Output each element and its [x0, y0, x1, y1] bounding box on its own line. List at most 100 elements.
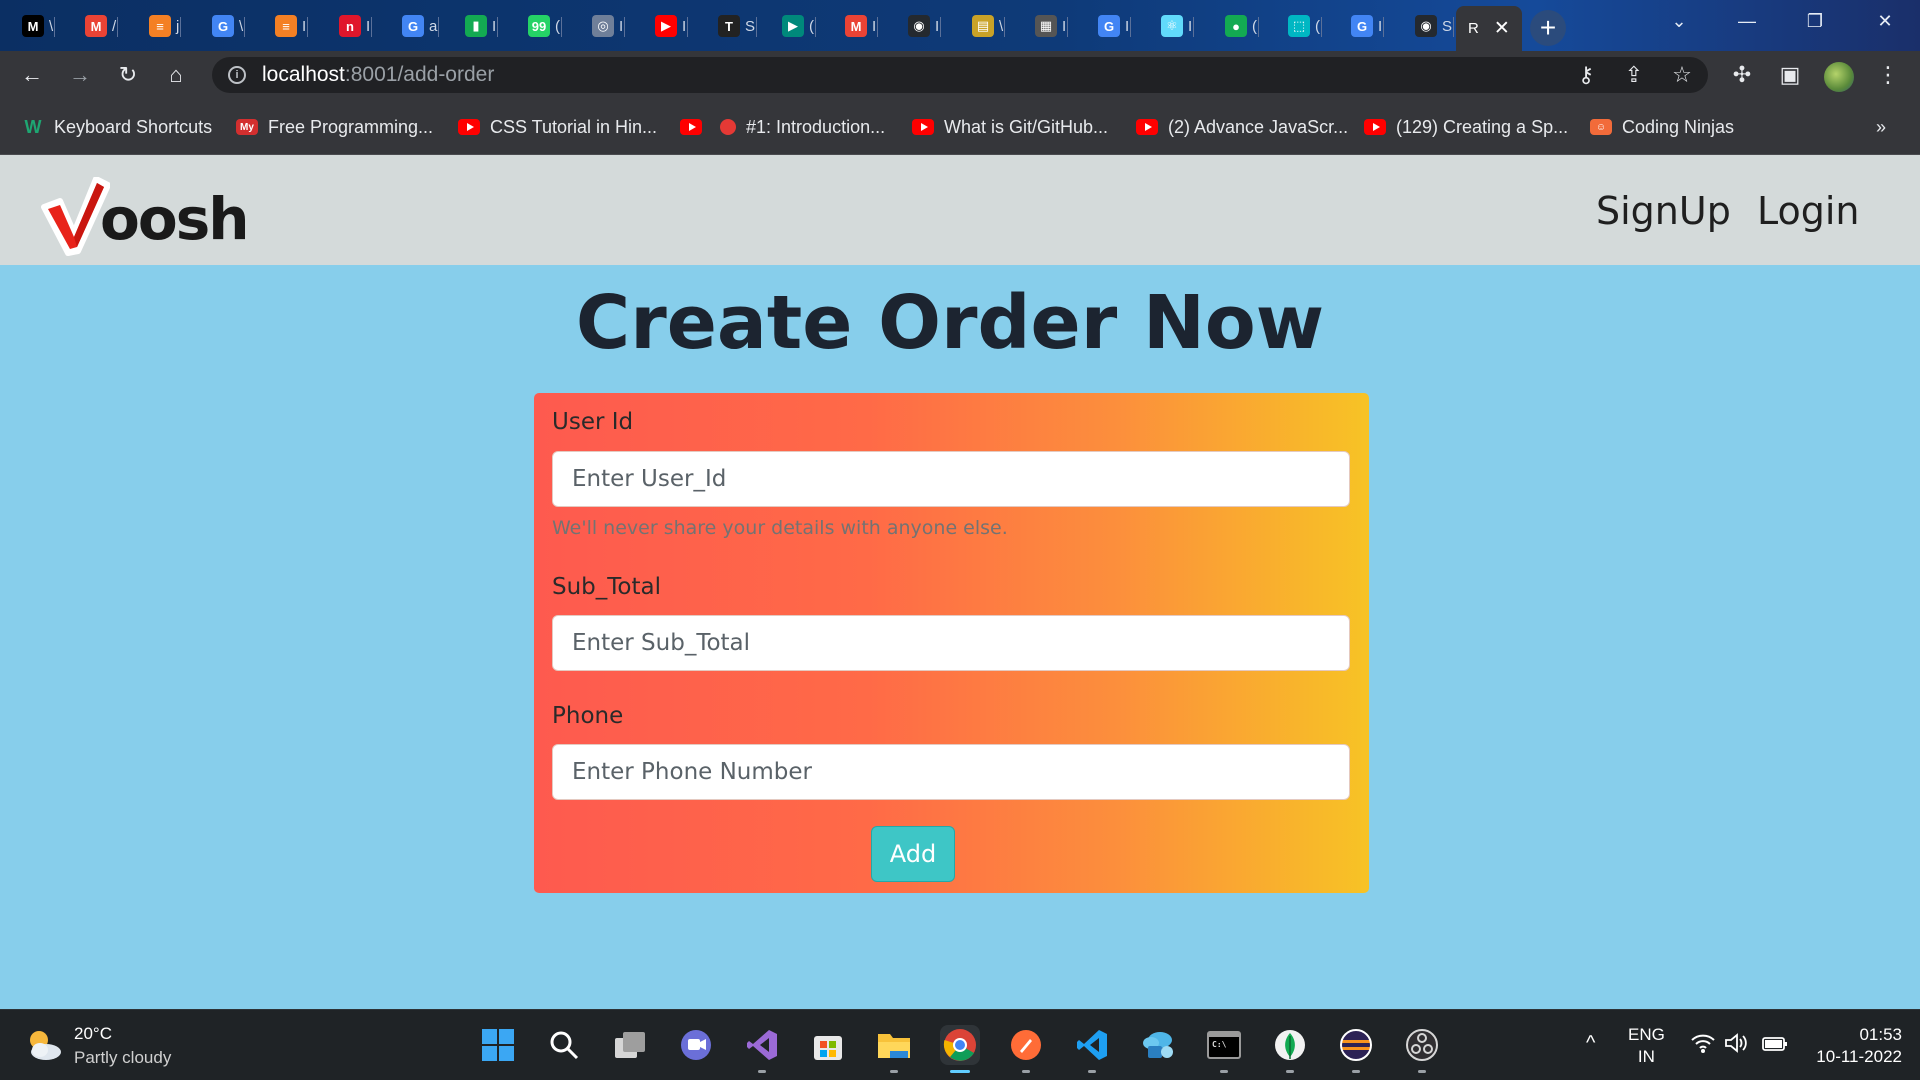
bookmark-item[interactable]: What is Git/GitHub...	[912, 113, 1108, 141]
browser-tab[interactable]: ▶ I	[645, 8, 689, 44]
tab-separator	[756, 17, 758, 37]
tab-title: I	[1062, 17, 1067, 35]
close-window-button[interactable]: ✕	[1858, 0, 1912, 42]
bookmark-star-icon[interactable]: ☆	[1666, 59, 1698, 91]
search-icon[interactable]	[544, 1025, 584, 1065]
add-order-button[interactable]: Add	[871, 826, 955, 882]
profile-avatar[interactable]	[1824, 62, 1854, 92]
nav-signup-link[interactable]: SignUp	[1596, 189, 1731, 233]
bookmark-item[interactable]: W Keyboard Shortcuts	[22, 113, 213, 141]
mongodb-leaf-icon[interactable]	[1270, 1025, 1310, 1073]
site-logo[interactable]: oosh	[40, 167, 250, 257]
browser-tab[interactable]: GI	[1341, 8, 1385, 44]
sub-total-input[interactable]	[552, 615, 1350, 671]
browser-tab[interactable]: ≡ I	[265, 8, 309, 44]
bookmark-label: Keyboard Shortcuts	[54, 116, 213, 137]
browser-tab[interactable]: ●(	[1215, 8, 1259, 44]
phone-input[interactable]	[552, 744, 1350, 800]
share-icon[interactable]: ⇪	[1618, 59, 1650, 91]
bookmark-item[interactable]: CSS Tutorial in Hin...	[458, 113, 657, 141]
browser-tab[interactable]: TS	[708, 8, 758, 44]
browser-tab[interactable]: ⬚(	[1278, 8, 1322, 44]
browser-tab[interactable]: ◎ I	[582, 8, 626, 44]
tray-overflow-icon[interactable]: ^	[1586, 1032, 1595, 1054]
folder-icon[interactable]	[874, 1025, 914, 1073]
clock[interactable]: 01:53 10-11-2022	[1812, 1024, 1902, 1068]
password-key-icon[interactable]: ⚷	[1570, 59, 1602, 91]
browser-tab[interactable]: nI	[329, 8, 373, 44]
back-icon[interactable]: ←	[16, 59, 48, 91]
browser-tab[interactable]: ◉ I	[898, 8, 942, 44]
url-path: :8001/add-order	[344, 63, 495, 86]
restore-button[interactable]: ❐	[1788, 0, 1842, 42]
browser-tab[interactable]: ◉ S	[1405, 8, 1455, 44]
tab-separator	[497, 17, 499, 37]
google-icon: G	[1351, 15, 1373, 37]
browser-tab[interactable]: G \	[202, 8, 246, 44]
browser-tab[interactable]: ▮ I	[455, 8, 499, 44]
bookmark-label: (2) Advance JavaScr...	[1168, 116, 1349, 137]
bookmark-item[interactable]	[680, 113, 702, 141]
tab-title: \	[999, 17, 1004, 35]
browser-tab[interactable]: 99 (	[518, 8, 562, 44]
weather-widget[interactable]: 20°C Partly cloudy	[24, 1022, 171, 1070]
browser-tab[interactable]: Ga	[392, 8, 440, 44]
extensions-icon[interactable]: ✣	[1726, 59, 1758, 91]
phone-label: Phone	[552, 703, 624, 729]
home-icon[interactable]: ⌂	[160, 59, 192, 91]
menu-icon[interactable]: ⋮	[1872, 59, 1904, 91]
battery-icon[interactable]	[1762, 1034, 1788, 1052]
cloud-db-icon[interactable]	[1138, 1025, 1178, 1065]
browser-tab[interactable]: ⚛ I	[1151, 8, 1195, 44]
close-tab-icon[interactable]: ✕	[1494, 17, 1510, 40]
microsoft-store-icon[interactable]	[808, 1025, 848, 1065]
bookmark-item[interactable]: (129) Creating a Sp...	[1364, 113, 1568, 141]
stackoverflow-icon: ≡	[275, 15, 297, 37]
eclipse-icon[interactable]	[1336, 1025, 1376, 1073]
google-icon: G	[1098, 15, 1120, 37]
new-tab-button[interactable]: +	[1530, 10, 1566, 46]
vscode-icon[interactable]	[1072, 1025, 1112, 1073]
browser-tab[interactable]: ▤ \	[962, 8, 1006, 44]
reload-icon[interactable]: ↻	[112, 59, 144, 91]
address-bar[interactable]: i localhost:8001/add-order	[212, 57, 1708, 93]
browser-tab[interactable]: ▦ I	[1025, 8, 1069, 44]
site-info-icon[interactable]: i	[228, 66, 246, 84]
wifi-icon[interactable]	[1690, 1032, 1716, 1054]
language-indicator[interactable]: ENG IN	[1628, 1024, 1665, 1068]
tab-separator	[877, 17, 879, 37]
tab-search-icon[interactable]: ⌄	[1652, 0, 1706, 42]
bookmarks-more-button[interactable]: »	[1876, 113, 1886, 141]
side-panel-icon[interactable]: ▣	[1774, 59, 1806, 91]
active-tab[interactable]: R ✕	[1456, 6, 1522, 51]
url-host: localhost	[262, 63, 345, 86]
browser-tab[interactable]: ≡ j	[139, 8, 182, 44]
postman-icon[interactable]	[1006, 1025, 1046, 1073]
visual-studio-icon[interactable]	[742, 1025, 782, 1073]
browser-tab[interactable]: M \	[12, 8, 56, 44]
bookmark-item[interactable]: (2) Advance JavaScr...	[1136, 113, 1348, 141]
terminal-icon[interactable]: C:\	[1204, 1025, 1244, 1073]
volume-icon[interactable]	[1724, 1032, 1750, 1054]
forward-icon[interactable]: →	[64, 59, 96, 91]
browser-tab-strip: M \ M / ≡ j G \ ≡ In I Ga ▮ I 99(◎ I ▶ I T S ▶(M I ◉ I ▤ \ ▦ I G I ⚛ I ●…	[0, 0, 1920, 51]
windows-start-icon[interactable]	[478, 1025, 518, 1065]
nav-login-link[interactable]: Login	[1757, 189, 1860, 233]
minimize-button[interactable]: —	[1720, 0, 1774, 42]
tab-separator	[1453, 17, 1455, 37]
browser-tab[interactable]: M /	[75, 8, 119, 44]
browser-tab[interactable]: ▶(	[772, 8, 816, 44]
chrome-icon[interactable]	[940, 1025, 980, 1073]
task-view-icon[interactable]	[610, 1025, 650, 1065]
user-id-input[interactable]	[552, 451, 1350, 507]
active-tab-title: R	[1468, 20, 1479, 37]
bookmark-item[interactable]: My Free Programming...	[236, 113, 433, 141]
browser-tab[interactable]: MI	[835, 8, 879, 44]
browser-tab[interactable]: GI	[1088, 8, 1132, 44]
obs-icon[interactable]	[1402, 1025, 1442, 1073]
bookmark-item[interactable]: #1: Introduction...	[720, 113, 885, 141]
teams-chat-icon[interactable]	[676, 1025, 716, 1065]
bookmarks-bar: W Keyboard Shortcuts My Free Programming...…	[0, 99, 1920, 155]
region-code: IN	[1637, 1047, 1655, 1066]
bookmark-item[interactable]: ☺ Coding Ninjas	[1590, 113, 1734, 141]
